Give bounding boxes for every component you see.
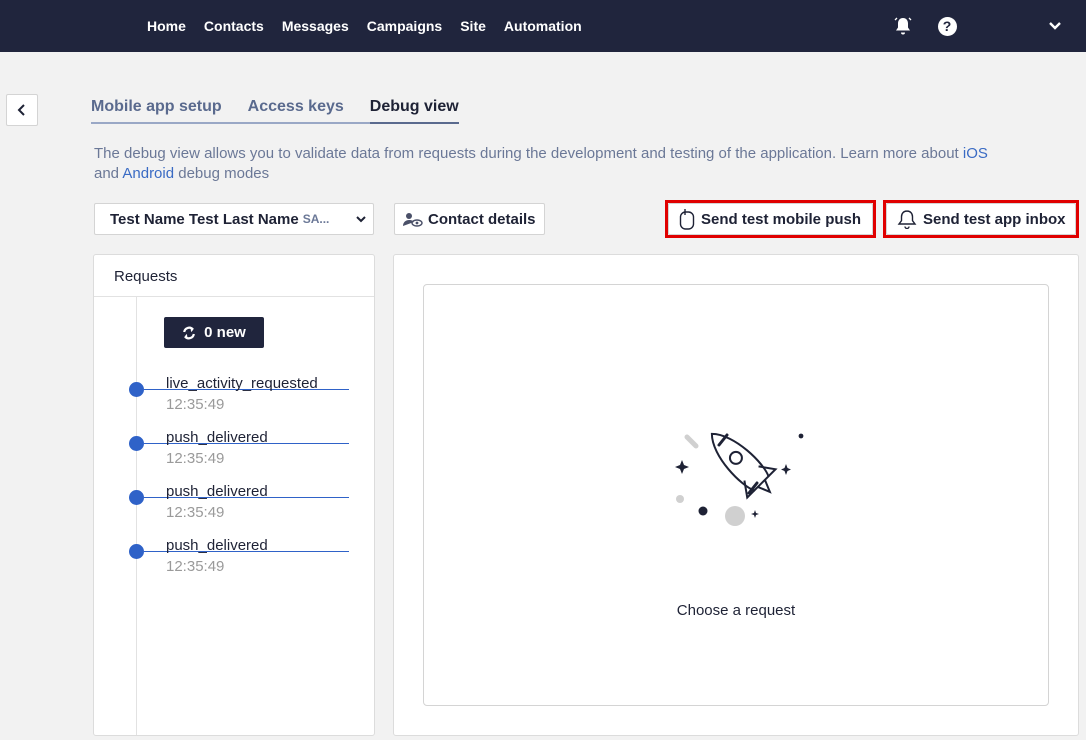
requests-title: Requests [94, 255, 374, 297]
send-inbox-label: Send test app inbox [923, 210, 1066, 228]
request-item[interactable]: push_delivered 12:35:49 [124, 537, 349, 581]
request-time: 12:35:49 [166, 450, 225, 467]
tab-access-keys[interactable]: Access keys [247, 98, 344, 124]
help-glyph: ? [937, 16, 957, 36]
request-time: 12:35:49 [166, 504, 225, 521]
refresh-icon [183, 326, 196, 339]
description-end: debug modes [174, 165, 270, 182]
request-time: 12:35:49 [166, 558, 225, 575]
contact-details-label: Contact details [428, 210, 536, 228]
help-icon[interactable]: ? [937, 16, 957, 36]
nav-automation[interactable]: Automation [504, 18, 582, 34]
request-name: push_delivered [166, 483, 268, 500]
bell-outline-icon [897, 210, 917, 229]
android-link[interactable]: Android [122, 165, 174, 182]
contact-select-name: Test Name Test Last Name [110, 210, 299, 228]
request-dot [129, 490, 144, 505]
tab-bar: Mobile app setup Access keys Debug view [91, 98, 459, 124]
request-name: live_activity_requested [166, 375, 318, 392]
request-name: push_delivered [166, 537, 268, 554]
contact-details-button[interactable]: Contact details [394, 203, 545, 235]
tab-mobile-app-setup[interactable]: Mobile app setup [91, 98, 222, 124]
new-count-label: 0 new [204, 324, 246, 341]
empty-state: Choose a request [423, 284, 1049, 706]
request-detail-panel: Choose a request [393, 254, 1079, 736]
request-dot [129, 544, 144, 559]
empty-state-text: Choose a request [676, 602, 796, 619]
request-time: 12:35:49 [166, 396, 225, 413]
bell-icon[interactable] [893, 16, 913, 36]
nav-campaigns[interactable]: Campaigns [367, 18, 442, 34]
request-item[interactable]: push_delivered 12:35:49 [124, 429, 349, 473]
page-description: The debug view allows you to validate da… [94, 144, 1074, 184]
top-navigation: Home Contacts Messages Campaigns Site Au… [0, 0, 1086, 52]
rocket-illustration [675, 432, 804, 526]
nav-home[interactable]: Home [147, 18, 186, 34]
send-test-mobile-push-button[interactable]: Send test mobile push [668, 203, 873, 235]
request-item[interactable]: live_activity_requested 12:35:49 [124, 375, 349, 419]
tab-divider [221, 98, 248, 124]
request-item[interactable]: push_delivered 12:35:49 [124, 483, 349, 527]
refresh-new-button[interactable]: 0 new [164, 317, 264, 348]
nav-messages[interactable]: Messages [282, 18, 349, 34]
ios-link[interactable]: iOS [963, 145, 988, 162]
chevron-left-icon [17, 104, 25, 116]
send-push-label: Send test mobile push [701, 210, 862, 228]
contact-select[interactable]: Test Name Test Last Name SA... [94, 203, 374, 235]
request-dot [129, 382, 144, 397]
chevron-down-icon [356, 216, 366, 223]
description-text: The debug view allows you to validate da… [94, 145, 963, 162]
send-test-app-inbox-button[interactable]: Send test app inbox [886, 203, 1076, 235]
contact-view-icon [403, 213, 423, 227]
mobile-push-icon [679, 209, 695, 230]
request-name: push_delivered [166, 429, 268, 446]
contact-select-sub: SA... [302, 212, 330, 226]
tab-divider [343, 98, 370, 124]
tab-debug-view[interactable]: Debug view [369, 98, 459, 124]
account-chevron-down-icon[interactable] [1045, 16, 1065, 36]
nav-links: Home Contacts Messages Campaigns Site Au… [147, 0, 582, 52]
requests-panel: Requests 0 new live_activity_requested 1… [93, 254, 375, 736]
description-and-visible: and [94, 165, 123, 182]
request-dot [129, 436, 144, 451]
nav-contacts[interactable]: Contacts [204, 18, 264, 34]
back-button[interactable] [6, 94, 38, 126]
nav-site[interactable]: Site [460, 18, 486, 34]
